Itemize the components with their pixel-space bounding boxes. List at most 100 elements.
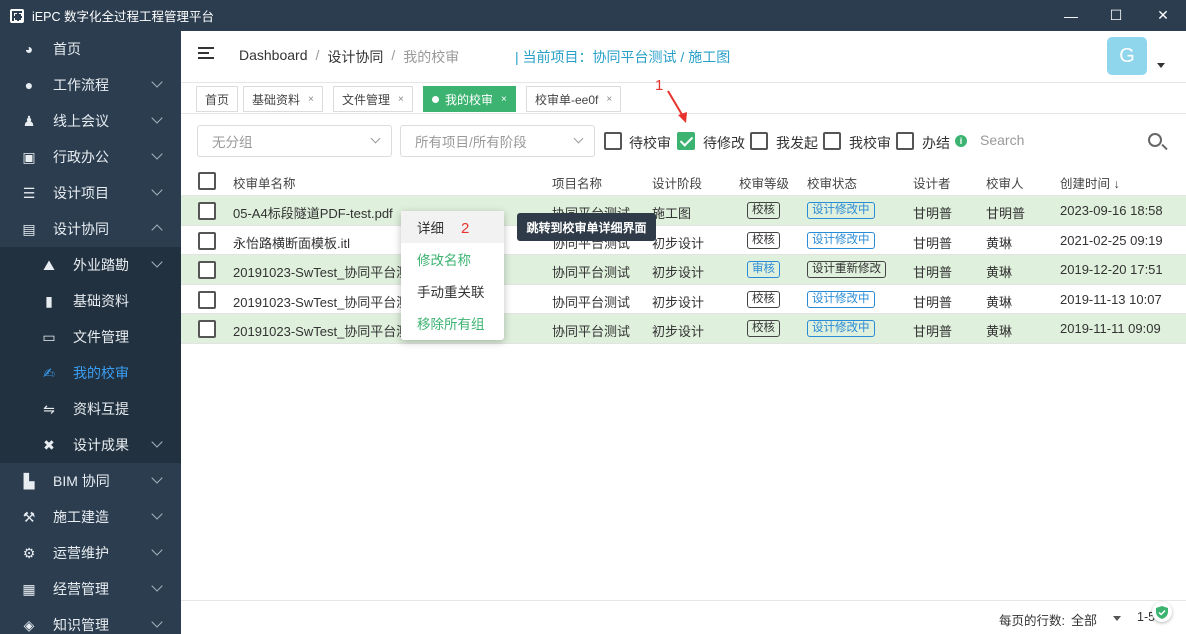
search-icon[interactable]: [1148, 133, 1162, 147]
sidebar-item-construction[interactable]: ⚒ 施工建造: [0, 499, 181, 535]
cell-reviewer: 黄琳: [986, 324, 1013, 339]
sidebar-item-label: 线上会议: [53, 113, 109, 129]
status-badge: 设计修改中: [807, 231, 875, 249]
sidebar-item-knowledge[interactable]: ◈ 知识管理: [0, 607, 181, 634]
column-header[interactable]: 校审人: [986, 173, 1024, 192]
shield-icon[interactable]: [1152, 602, 1172, 622]
checkbox-pending-modify[interactable]: [677, 132, 695, 150]
table-row[interactable]: 20191023-SwTest_协同平台测试 明普... 协同平台测试 初步设计…: [181, 285, 1186, 314]
status-badge: 设计修改中: [807, 202, 875, 219]
menu-item-relink[interactable]: 手动重关联: [401, 275, 504, 307]
table-row[interactable]: 05-A4标段隧道PDF-test.pdf 协同平台测试 施工图 校核 设计修改…: [181, 196, 1186, 226]
sidebar-item-meeting[interactable]: ♟ 线上会议: [0, 103, 181, 139]
cell-stage: 初步设计: [652, 235, 705, 251]
sidebar-item-my-review[interactable]: ✍ 我的校审: [0, 355, 181, 391]
checkbox-pending-review[interactable]: [604, 132, 622, 150]
sidebar-item-data-exchange[interactable]: ⇋ 资料互提: [0, 391, 181, 427]
menu-item-remove-groups[interactable]: 移除所有组: [401, 307, 504, 339]
column-header[interactable]: 校审单名称: [233, 173, 296, 192]
column-header[interactable]: 设计阶段: [652, 173, 702, 192]
dashboard-icon: ◕: [24, 41, 34, 57]
menu-item-details[interactable]: 详细: [401, 211, 504, 243]
sidebar-item-basic-data[interactable]: ▮ 基础资料: [0, 283, 181, 319]
sidebar-item-label: BIM 协同: [53, 473, 110, 489]
rows-per-page-select[interactable]: 全部: [1071, 610, 1097, 629]
table-row[interactable]: 20191023-SwTest_协同平台测试 明普... 协同平台测试 初步设计…: [181, 314, 1186, 344]
chevron-down-icon: [151, 112, 163, 124]
column-header[interactable]: 校审等级: [739, 173, 789, 192]
sidebar-item-file-manage[interactable]: ▭ 文件管理: [0, 319, 181, 355]
search-input[interactable]: Search: [980, 132, 1024, 148]
maximize-button[interactable]: ☐: [1093, 0, 1139, 31]
menu-item-rename[interactable]: 修改名称: [401, 243, 504, 275]
chevron-down-icon: [151, 508, 163, 520]
list-icon: ☰: [22, 184, 36, 201]
file-icon: ▮: [45, 292, 53, 309]
menu-toggle-icon[interactable]: [198, 47, 214, 61]
sidebar-item-design-collab[interactable]: ▤ 设计协同: [0, 211, 181, 247]
project-select-value: 所有项目/所有阶段: [415, 135, 527, 150]
checkbox-initiated[interactable]: [750, 132, 768, 150]
sidebar-item-home[interactable]: ◕ 首页: [0, 31, 181, 67]
avatar[interactable]: G: [1107, 37, 1147, 75]
checkbox-my-review[interactable]: [823, 132, 841, 150]
annotation-number: 2: [461, 220, 470, 237]
cell-created: 2021-02-25 09:19: [1060, 232, 1163, 248]
close-icon[interactable]: ×: [398, 94, 404, 105]
breadcrumb-item[interactable]: 设计协同: [327, 47, 383, 67]
table-row[interactable]: 永怡路横断面模板.itl 协同平台测试 初步设计 校核 设计修改中 甘明普 黄琳…: [181, 226, 1186, 255]
row-checkbox[interactable]: [198, 290, 216, 309]
cell-designer: 甘明普: [913, 324, 953, 339]
menu-item-label: 详细: [417, 221, 444, 236]
exchange-icon: ⇋: [43, 400, 55, 417]
sidebar-item-label: 基础资料: [73, 293, 129, 309]
column-header[interactable]: 项目名称: [552, 173, 602, 192]
table-row[interactable]: 20191023-SwTest_协同平台测试 明普... 协同平台测试 初步设计…: [181, 255, 1186, 285]
sidebar-item-design-project[interactable]: ☰ 设计项目: [0, 175, 181, 211]
close-button[interactable]: ✕: [1140, 0, 1186, 31]
row-checkbox[interactable]: [198, 320, 216, 338]
cell-designer: 甘明普: [913, 206, 953, 221]
sidebar-item-maintenance[interactable]: ⚙ 运营维护: [0, 535, 181, 571]
tab-file-manage[interactable]: 文件管理 ×: [333, 86, 413, 112]
cell-reviewer: 甘明普: [986, 206, 1026, 221]
caret-down-icon[interactable]: [1157, 63, 1165, 68]
close-icon[interactable]: ×: [606, 94, 612, 105]
level-badge: 校核: [747, 320, 780, 337]
tab-basic-data[interactable]: 基础资料 ×: [243, 86, 323, 112]
sidebar-item-field-survey[interactable]: ⛰ 外业踏勘: [0, 247, 181, 283]
close-icon[interactable]: ×: [308, 94, 314, 105]
minimize-button[interactable]: —: [1048, 0, 1094, 31]
row-checkbox[interactable]: [198, 202, 216, 220]
sidebar-item-bim[interactable]: ▙ BIM 协同: [0, 463, 181, 499]
sidebar-item-workflow[interactable]: ● 工作流程: [0, 67, 181, 103]
group-select[interactable]: 无分组: [197, 125, 392, 157]
chevron-down-icon: [151, 436, 163, 448]
row-checkbox[interactable]: [198, 231, 216, 250]
sidebar-item-label: 经营管理: [53, 581, 109, 597]
checkbox-completed[interactable]: [896, 132, 914, 150]
caret-down-icon[interactable]: [1113, 616, 1121, 621]
column-header-sorted[interactable]: 创建时间 ↓: [1060, 173, 1120, 192]
tab-home[interactable]: 首页: [196, 86, 239, 112]
close-icon[interactable]: ×: [501, 94, 507, 105]
sidebar-item-design-result[interactable]: ✖ 设计成果: [0, 427, 181, 463]
sidebar-item-business[interactable]: ▦ 经营管理: [0, 571, 181, 607]
table-header: 校审单名称 项目名称 设计阶段 校审等级 校审状态 设计者 校审人 创建时间 ↓: [181, 167, 1186, 196]
info-icon[interactable]: i: [955, 135, 967, 147]
column-header[interactable]: 设计者: [913, 173, 951, 192]
breadcrumb-item[interactable]: Dashboard: [239, 47, 308, 67]
select-all-checkbox[interactable]: [198, 172, 216, 190]
tab-label: 校审单-ee0f: [535, 92, 599, 107]
cell-reviewer: 黄琳: [986, 235, 1013, 251]
project-select[interactable]: 所有项目/所有阶段: [400, 125, 595, 157]
tab-my-review[interactable]: 我的校审 ×: [423, 86, 516, 112]
sidebar-item-label: 运营维护: [53, 545, 109, 561]
tab-review-sheet[interactable]: 校审单-ee0f ×: [526, 86, 622, 112]
chevron-down-icon: [370, 133, 381, 144]
group-select-value: 无分组: [212, 135, 253, 150]
sidebar-item-office[interactable]: ▣ 行政办公: [0, 139, 181, 175]
row-checkbox[interactable]: [198, 261, 216, 279]
column-header[interactable]: 校审状态: [807, 173, 857, 192]
sidebar: ◕ 首页 ● 工作流程 ♟ 线上会议 ▣ 行政办公 ☰ 设计项目 ▤ 设计协同 …: [0, 31, 181, 634]
